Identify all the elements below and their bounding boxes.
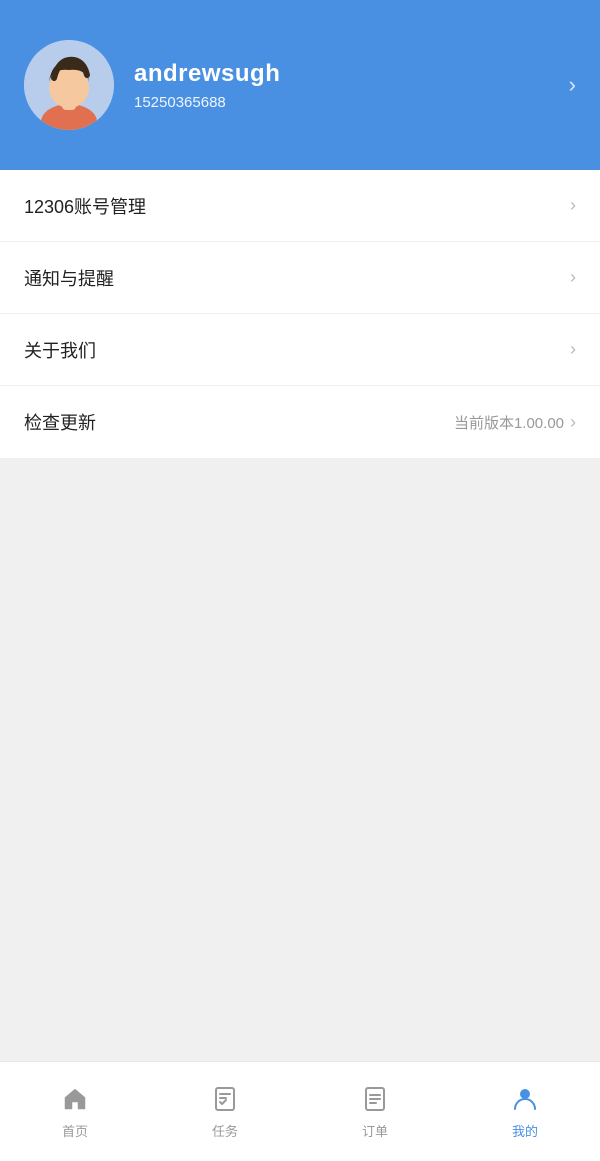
menu-item-update-right: 当前版本1.00.00 ›: [454, 412, 576, 433]
account-chevron-icon: ›: [570, 195, 576, 216]
menu-item-update-value: 当前版本1.00.00: [454, 412, 564, 433]
tab-bar: 首页 任务 订单 我的: [0, 1061, 600, 1161]
menu-item-notification-label: 通知与提醒: [24, 265, 114, 291]
menu-item-about[interactable]: 关于我们 ›: [0, 314, 600, 386]
task-icon: [209, 1083, 241, 1115]
profile-phone: 15250365688: [134, 94, 569, 111]
menu-item-about-right: ›: [570, 339, 576, 360]
tab-task[interactable]: 任务: [150, 1062, 300, 1161]
notification-chevron-icon: ›: [570, 267, 576, 288]
tab-order[interactable]: 订单: [300, 1062, 450, 1161]
tab-mine-label: 我的: [512, 1121, 538, 1140]
home-icon: [59, 1083, 91, 1115]
profile-header[interactable]: andrewsugh 15250365688 ›: [0, 0, 600, 170]
tab-order-label: 订单: [362, 1121, 388, 1140]
menu-item-account[interactable]: 12306账号管理 ›: [0, 170, 600, 242]
profile-username: andrewsugh: [134, 60, 569, 88]
avatar: [24, 40, 114, 130]
mine-icon: [509, 1083, 541, 1115]
menu-item-account-label: 12306账号管理: [24, 193, 146, 219]
profile-info: andrewsugh 15250365688: [134, 60, 569, 111]
tab-home-label: 首页: [62, 1121, 88, 1140]
tab-home[interactable]: 首页: [0, 1062, 150, 1161]
tab-task-label: 任务: [212, 1121, 238, 1140]
menu-item-update-label: 检查更新: [24, 409, 96, 435]
order-icon: [359, 1083, 391, 1115]
menu-item-notification[interactable]: 通知与提醒 ›: [0, 242, 600, 314]
about-chevron-icon: ›: [570, 339, 576, 360]
content-spacer: [0, 458, 600, 898]
profile-chevron-icon: ›: [569, 72, 576, 98]
menu-item-notification-right: ›: [570, 267, 576, 288]
menu-item-account-right: ›: [570, 195, 576, 216]
menu-section: 12306账号管理 › 通知与提醒 › 关于我们 › 检查更新 当前版本1.00…: [0, 170, 600, 458]
tab-mine[interactable]: 我的: [450, 1062, 600, 1161]
menu-item-update[interactable]: 检查更新 当前版本1.00.00 ›: [0, 386, 600, 458]
update-chevron-icon: ›: [570, 412, 576, 433]
menu-item-about-label: 关于我们: [24, 337, 96, 363]
